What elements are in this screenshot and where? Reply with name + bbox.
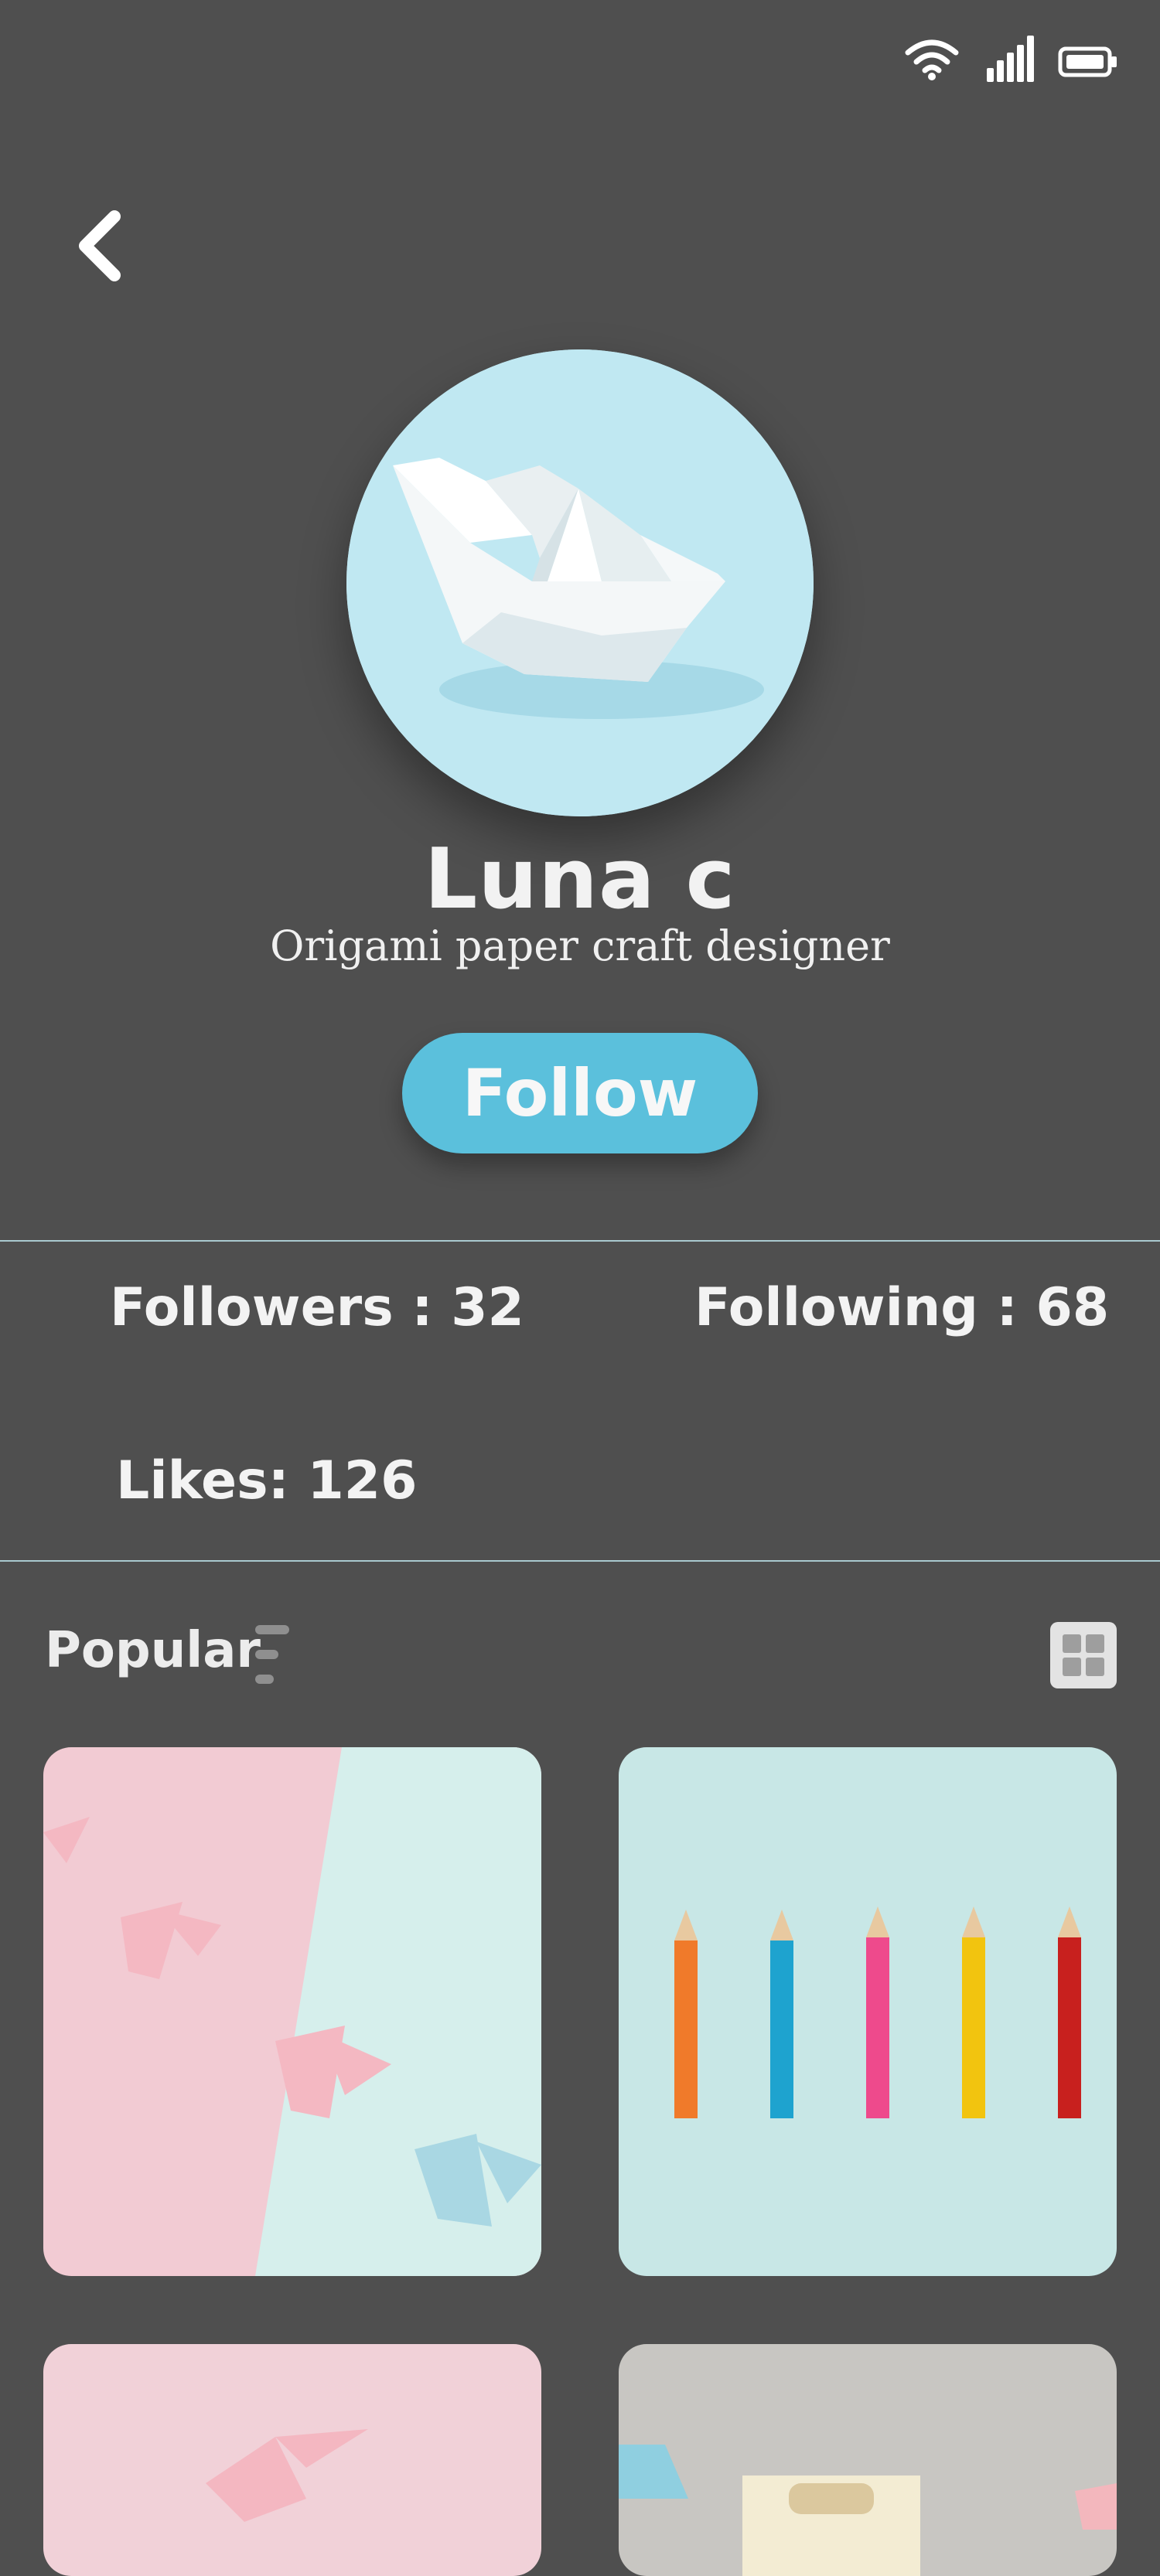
cranes-image: [43, 1747, 541, 2276]
divider-top: [0, 1240, 1160, 1242]
paper-boat-image: [346, 349, 814, 816]
pencils-image: [619, 1747, 1117, 2276]
sort-icon[interactable]: [252, 1622, 292, 1687]
signal-icon: [987, 36, 1034, 82]
avatar: [346, 349, 814, 816]
battery-icon: [1058, 46, 1117, 77]
gallery-item-pink-crane[interactable]: [43, 2344, 541, 2576]
section-title: Popular: [45, 1622, 261, 1679]
profile-name: Luna c: [424, 831, 736, 928]
back-button[interactable]: [71, 207, 133, 285]
wifi-icon: [905, 39, 959, 80]
profile-subtitle: Origami paper craft designer: [270, 922, 890, 970]
gallery-item-gift-bags[interactable]: [619, 2344, 1117, 2576]
follow-button[interactable]: Follow: [402, 1033, 758, 1153]
gallery-item-pencils[interactable]: [619, 1747, 1117, 2276]
following-count[interactable]: Following : 68: [694, 1277, 1109, 1338]
followers-count[interactable]: Followers : 32: [110, 1277, 524, 1338]
pink-crane-image: [43, 2344, 541, 2576]
likes-count: Likes: 126: [116, 1450, 418, 1511]
gallery-item-cranes[interactable]: [43, 1747, 541, 2276]
gift-bags-image: [619, 2344, 1117, 2576]
grid-view-icon[interactable]: [1050, 1622, 1117, 1688]
status-bar: [905, 34, 1121, 88]
divider-bottom: [0, 1560, 1160, 1562]
chevron-left-icon: [79, 210, 121, 281]
